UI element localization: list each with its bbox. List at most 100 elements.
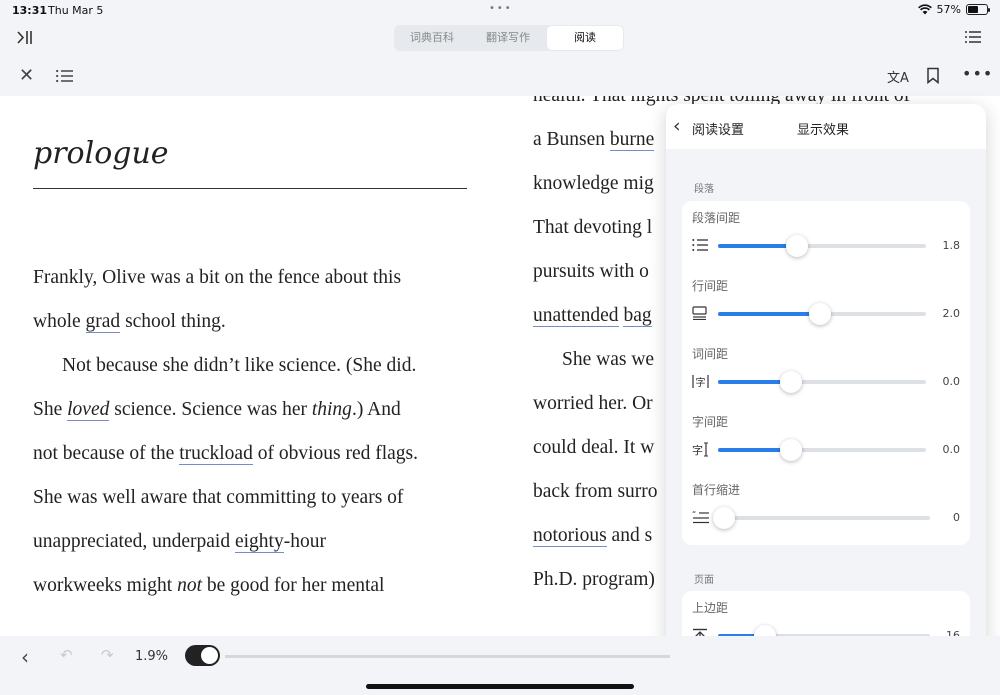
text-segment: not [177, 575, 202, 596]
text-line[interactable]: whole grad school thing. [33, 300, 473, 344]
word-spacing-icon: 字 [692, 374, 710, 390]
setting-slider[interactable] [718, 371, 926, 393]
chapter-rule [33, 188, 467, 189]
text-line[interactable]: She loved science. Science was her thing… [33, 388, 473, 432]
status-right: 57% [917, 3, 990, 16]
auto-scroll-toggle[interactable] [185, 645, 220, 666]
status-date: Thu Mar 5 [48, 4, 104, 17]
text-segment: be good for her mental [201, 575, 385, 596]
setting-label: 行间距 [692, 279, 729, 293]
multitasking-dots-icon[interactable]: ••• [489, 3, 513, 14]
reader-toolbar: ✕ 文A ••• [0, 56, 1000, 96]
text-segment: could deal. It w [533, 437, 655, 458]
setting-value: 0.0 [942, 443, 961, 456]
text-segment: She was well aware that committing to ye… [33, 487, 404, 508]
setting-label: 首行缩进 [692, 483, 741, 497]
wifi-icon [917, 4, 932, 15]
tab-0[interactable]: 词典百科 [394, 25, 470, 51]
left-column-text[interactable]: Frankly, Olive was a bit on the fence ab… [33, 256, 473, 608]
setting-value: 0 [953, 511, 960, 524]
setting-value: 1.8 [942, 239, 961, 252]
underlined-word[interactable]: truckload [179, 443, 253, 465]
text-segment: a Bunsen [533, 129, 610, 150]
text-line[interactable]: Frankly, Olive was a bit on the fence ab… [33, 256, 473, 300]
setting-slider[interactable] [718, 439, 926, 461]
text-segment: unappreciated, underpaid [33, 531, 235, 552]
outline-menu-icon[interactable] [965, 30, 981, 44]
setting-slider[interactable] [718, 303, 926, 325]
slider-thumb[interactable] [713, 507, 736, 529]
setting-value: 0.0 [942, 375, 961, 388]
text-segment: Not because she didn’t like science. (Sh… [62, 355, 417, 376]
status-bar: 13:31 Thu Mar 5 ••• 57% [0, 0, 1000, 22]
panel-title[interactable]: 阅读设置 [692, 119, 744, 138]
tab-2[interactable]: 阅读 [547, 26, 623, 50]
redo-icon[interactable]: ↷ [101, 646, 114, 664]
svg-text:字: 字 [696, 376, 706, 389]
underlined-word[interactable]: loved [67, 399, 110, 421]
setting-label: 上边距 [692, 601, 729, 615]
slider-thumb[interactable] [779, 439, 802, 461]
tab-1[interactable]: 翻译写作 [470, 25, 546, 51]
text-segment: Ph.D. program) [533, 569, 655, 590]
text-line[interactable]: She was well aware that committing to ye… [33, 476, 473, 520]
text-line[interactable]: not because of the truckload of obvious … [33, 432, 473, 476]
close-icon[interactable]: ✕ [19, 65, 34, 86]
text-segment: and s [606, 525, 653, 546]
more-options-icon[interactable]: ••• [962, 64, 993, 83]
text-segment: workweeks might [33, 575, 178, 596]
section-label: 页面 [694, 575, 714, 586]
char-spacing-icon: 字 [692, 442, 710, 458]
svg-text:字: 字 [692, 443, 703, 457]
underlined-word[interactable]: bag [623, 305, 652, 327]
text-segment: Frankly, Olive was a bit on the fence ab… [33, 267, 402, 288]
translate-icon[interactable]: 文A [887, 67, 909, 86]
text-segment: She was we [562, 349, 655, 370]
text-segment: .) And [351, 399, 401, 420]
home-indicator[interactable] [366, 684, 634, 689]
table-of-contents-icon[interactable] [56, 69, 73, 83]
setting-slider[interactable] [718, 235, 926, 257]
section-label: 段落 [694, 184, 714, 195]
underlined-word[interactable]: unattended [533, 305, 619, 327]
list-icon [692, 238, 710, 254]
setting-label: 词间距 [692, 347, 729, 361]
chapter-title: prologue [33, 136, 169, 171]
text-segment: not because of the [33, 443, 180, 464]
bookmark-icon[interactable] [926, 67, 940, 84]
slider-fill [718, 312, 820, 316]
text-line[interactable]: unappreciated, underpaid eighty-hour [33, 520, 473, 564]
line-spacing-icon [692, 306, 710, 322]
text-segment: thing [311, 399, 352, 420]
text-segment: She [33, 399, 68, 420]
underlined-word[interactable]: notorious [533, 525, 607, 547]
underlined-word[interactable]: burne [609, 129, 655, 151]
text-line[interactable]: workweeks might not be good for her ment… [33, 564, 473, 608]
panel-header: ‹ 阅读设置 显示效果 [666, 104, 986, 149]
text-segment: knowledge mig [533, 173, 654, 194]
reading-progress-slider[interactable] [225, 655, 670, 658]
slider-thumb[interactable] [786, 235, 809, 257]
reading-settings-panel: ‹ 阅读设置 显示效果 段落 段落间距 1.8 行间距 2.0 词间距字 0.0 字间距字 0.… [666, 104, 986, 664]
text-line[interactable]: Not because she didn’t like science. (Sh… [33, 344, 473, 388]
back-chevron-icon[interactable]: ‹ [21, 645, 29, 669]
text-segment: of obvious red flags. [252, 443, 419, 464]
back-chevron-icon[interactable]: ‹ [673, 115, 681, 137]
text-segment: pursuits with o [533, 261, 649, 282]
slider-thumb[interactable] [808, 303, 831, 325]
setting-value: 2.0 [942, 307, 961, 320]
battery-icon [966, 4, 990, 15]
sidebar-toggle-icon[interactable] [17, 30, 33, 45]
text-segment: back from surro [533, 481, 658, 502]
slider-thumb[interactable] [779, 371, 802, 393]
underlined-word[interactable]: eighty [234, 531, 284, 553]
setting-label: 字间距 [692, 415, 729, 429]
text-segment: That devoting l [533, 217, 653, 238]
mode-segmented-control: 词典百科 翻译写作 阅读 [394, 25, 624, 51]
text-segment: whole [33, 311, 86, 332]
text-segment: school thing. [120, 311, 226, 332]
underlined-word[interactable]: grad [85, 311, 121, 333]
setting-slider[interactable] [713, 507, 930, 529]
settings-card: 段落间距 1.8 行间距 2.0 词间距字 0.0 字间距字 0.0 首行缩进 “0 [682, 201, 970, 545]
undo-icon[interactable]: ↶ [60, 646, 73, 664]
